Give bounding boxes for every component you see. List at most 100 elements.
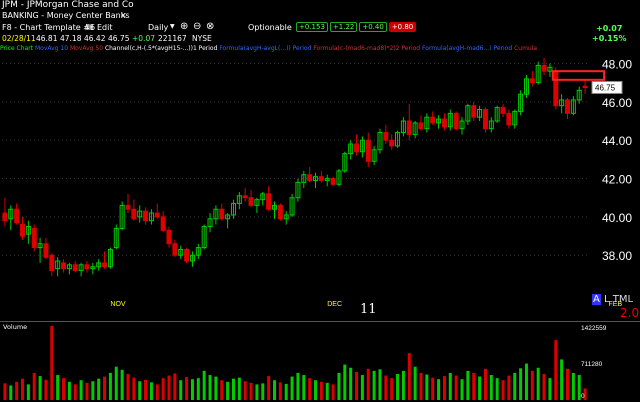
chip-2[interactable]: +1.22: [329, 22, 358, 32]
price-chart[interactable]: 38.00 40.00 42.00 44.00 46.00 48.00 46.75 NOV DE…: [0, 46, 640, 316]
volume-bar: [501, 380, 505, 400]
candle-body: [20, 224, 26, 237]
volume-bar: [390, 378, 394, 400]
volume-bar: [407, 353, 411, 400]
volume-bar: [185, 377, 189, 400]
y-tick-label: 40.00: [602, 211, 632, 225]
y-tick-label: 48.00: [602, 58, 632, 72]
candle-body: [143, 210, 149, 222]
volume-bar: [437, 379, 441, 400]
candle-body: [389, 139, 395, 147]
candle-body: [582, 85, 588, 88]
volume-bar: [155, 384, 159, 400]
volume-bar: [267, 376, 271, 400]
volume-bar: [378, 369, 382, 400]
volume-tick-label: 711280: [581, 361, 603, 368]
volume-bar: [560, 359, 564, 400]
volume-bar: [308, 378, 312, 400]
candle-body: [383, 132, 389, 141]
y-tick-label: 38.00: [602, 249, 632, 263]
chip-3[interactable]: +0.40: [359, 22, 387, 32]
volume-bar: [349, 367, 353, 400]
volume-bar: [530, 370, 534, 400]
volume-bar: [249, 382, 253, 400]
candle-body: [441, 118, 447, 128]
volume-bar: [296, 372, 300, 400]
volume-bar: [237, 377, 241, 400]
volume-bar: [355, 371, 359, 400]
candle-body: [541, 64, 547, 72]
volume-bar: [9, 385, 13, 400]
chip-group: +0.153 +1.22 +0.40 +0.80: [296, 22, 418, 32]
y-tick-label: 46.00: [602, 96, 632, 110]
candle-body: [61, 262, 67, 270]
volume-bar: [360, 375, 364, 400]
volume-bar: [460, 379, 464, 400]
candle-body: [84, 264, 90, 270]
volume-bar: [554, 340, 558, 400]
quote-last: 46.75: [108, 34, 130, 43]
volume-bar: [413, 366, 417, 400]
candle-body: [430, 116, 436, 124]
volume-bar: [507, 375, 511, 400]
resistance-box[interactable]: [551, 70, 606, 81]
volume-bar: [85, 382, 89, 400]
close-icon[interactable]: ✕: [120, 11, 127, 20]
volume-bar: [108, 372, 112, 400]
volume-bar: [56, 375, 60, 400]
volume-bar: [337, 372, 341, 400]
chip-1[interactable]: +0.153: [296, 22, 328, 32]
quote-volume: 221167: [158, 34, 187, 43]
volume-bar: [97, 378, 101, 400]
chip-4[interactable]: +0.80: [388, 22, 417, 32]
volume-bar: [372, 370, 376, 400]
candle-body: [564, 99, 570, 114]
notepad-icon[interactable]: ▤: [86, 22, 94, 31]
candle-body: [406, 120, 412, 135]
volume-bar: [126, 373, 130, 400]
candle-body: [72, 264, 78, 272]
quote-change: +0.07: [132, 34, 155, 43]
al-tml-text: L TML: [600, 294, 634, 305]
volume-bar: [284, 383, 288, 400]
candle-body: [330, 178, 336, 185]
volume-bar: [243, 381, 247, 400]
volume-bar: [571, 372, 575, 400]
sector-bar: BANKING - Money Center Banks ✕: [0, 11, 640, 22]
candle-body: [482, 109, 488, 130]
volume-bar: [103, 376, 107, 400]
volume-bar: [32, 372, 36, 400]
candle-body: [154, 212, 160, 218]
volume-bar: [425, 374, 429, 400]
volume-bar: [231, 378, 235, 400]
chevron-down-icon[interactable]: ▼: [170, 23, 175, 30]
volume-bar: [478, 376, 482, 400]
zoom-out-icon[interactable]: ⊖: [193, 21, 201, 32]
candle-body: [266, 193, 272, 210]
volume-bar: [208, 375, 212, 400]
candle-body: [49, 254, 55, 272]
al-tml-badge[interactable]: A: [592, 294, 601, 305]
last-price-tag: 46.75: [595, 83, 616, 92]
volume-bar: [15, 381, 19, 400]
volume-label: Volume: [3, 323, 28, 331]
template-selector[interactable]: F8 - Chart Template #6: [2, 23, 95, 32]
volume-bar: [26, 384, 30, 400]
quote-bar: 02/28/11 46.81 47.18 46.42 46.75 +0.07 2…: [0, 34, 560, 45]
volume-chart[interactable]: 0 711280 1422559: [0, 322, 640, 402]
change-pct: +0.15%: [592, 34, 627, 43]
volume-bar: [319, 381, 323, 400]
volume-bar: [278, 382, 282, 400]
volume-bar: [79, 380, 83, 400]
volume-bar: [314, 380, 318, 400]
interval-selector[interactable]: Daily: [148, 23, 168, 32]
optionable-label: Optionable: [248, 23, 292, 32]
zoom-in-icon[interactable]: ⊕: [180, 21, 188, 32]
volume-bar: [401, 370, 405, 400]
candle-body: [365, 139, 371, 162]
volume-tick-label: 0: [581, 393, 585, 400]
edit-button[interactable]: Edit: [97, 23, 113, 32]
volume-bar: [489, 375, 493, 400]
crosshair-icon[interactable]: ⊗: [206, 21, 214, 32]
volume-bar: [495, 378, 499, 400]
